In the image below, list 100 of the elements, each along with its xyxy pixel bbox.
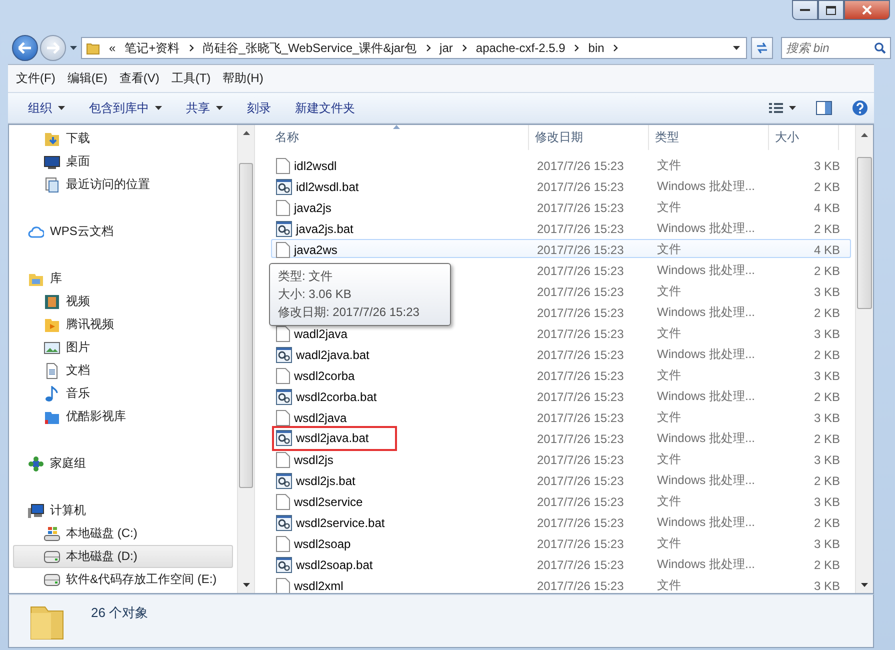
- nav-item[interactable]: 家庭组: [13, 452, 233, 475]
- date-cell-text: 2017/7/26 15:23: [536, 432, 625, 446]
- column-header[interactable]: 大小: [769, 125, 839, 150]
- scroll-thumb[interactable]: [239, 163, 253, 488]
- close-icon: [862, 5, 872, 15]
- address-bar[interactable]: « 笔记+资料 尚硅谷_张晓飞_WebService_课件&jar包 jar apache-cxf-2.5.9 bin: [81, 37, 747, 59]
- file-row[interactable]: wsdl2service 2017/7/26 15:23 文件 3 KB: [271, 491, 851, 510]
- file-row[interactable]: wsdl2java.bat 2017/7/26 15:23 Windows 批处理... 2 KB: [271, 428, 851, 447]
- breadcrumb[interactable]: bin: [588, 41, 604, 55]
- file-row[interactable]: java2js.bat 2017/7/26 15:23 Windows 批处理... 2 KB: [271, 218, 851, 237]
- date-cell-text: 2017/7/26 15:23: [536, 242, 625, 256]
- menu-item[interactable]: 查看(V): [113, 70, 166, 87]
- breadcrumb[interactable]: 笔记+资料: [124, 40, 180, 56]
- toolbar-button[interactable]: 新建文件夹: [287, 96, 363, 120]
- file-icon: [276, 158, 290, 174]
- menu-item[interactable]: 工具(T): [165, 70, 217, 87]
- file-icon: [276, 326, 290, 342]
- file-icon: [276, 536, 290, 552]
- menu-item[interactable]: 编辑(E): [61, 70, 114, 87]
- nav-item[interactable]: 计算机: [13, 499, 233, 522]
- scroll-thumb[interactable]: [857, 157, 872, 309]
- size-cell-text: 2 KB: [812, 222, 841, 236]
- gear-file-icon: [276, 514, 292, 530]
- up-arrow-icon[interactable]: [242, 131, 250, 135]
- history-caret-icon[interactable]: [70, 46, 77, 50]
- nav-item[interactable]: 本地磁盘 (C:): [13, 522, 233, 545]
- nav-item[interactable]: 库: [13, 267, 233, 290]
- gear-file-icon: [276, 388, 292, 404]
- column-header[interactable]: 类型: [649, 125, 769, 150]
- file-row[interactable]: wsdl2service.bat 2017/7/26 15:23 Windows 批处理... 2 KB: [271, 512, 851, 531]
- type-cell-text: Windows 批处理...: [656, 220, 756, 237]
- nav-item[interactable]: 下载: [13, 127, 233, 150]
- back-button[interactable]: [12, 35, 38, 61]
- nav-item[interactable]: 图片: [13, 336, 233, 359]
- file-row[interactable]: idl2wsdl.bat 2017/7/26 15:23 Windows 批处理... 2 KB: [271, 176, 851, 195]
- chevron-icon: [613, 44, 618, 52]
- menu-item[interactable]: 文件(F): [10, 70, 62, 87]
- toolbar-button[interactable]: 包含到库中: [81, 96, 170, 120]
- dropdown-caret-icon[interactable]: [733, 46, 740, 50]
- search-field[interactable]: 搜索 bin: [781, 37, 891, 59]
- breadcrumb[interactable]: 尚硅谷_张晓飞_WebService_课件&jar包: [202, 40, 417, 56]
- nav-item[interactable]: 视频: [13, 290, 233, 313]
- date-cell-text: 2017/7/26 15:23: [536, 180, 625, 194]
- file-row[interactable]: wsdl2js 2017/7/26 15:23 文件 3 KB: [271, 449, 851, 468]
- nav-item[interactable]: 文档: [13, 359, 233, 382]
- file-row[interactable]: wsdl2soap.bat 2017/7/26 15:23 Windows 批处理... 2 KB: [271, 554, 851, 573]
- date-cell-text: 2017/7/26 15:23: [536, 410, 625, 424]
- menu-item[interactable]: 帮助(H): [216, 70, 270, 87]
- search-icon: [874, 42, 886, 54]
- toolbar-button[interactable]: 刻录: [239, 96, 279, 120]
- down-arrow-icon[interactable]: [242, 583, 250, 587]
- nav-item[interactable]: 优酷影视库: [13, 405, 233, 428]
- nav-item[interactable]: 桌面: [13, 150, 233, 173]
- refresh-button[interactable]: [751, 37, 773, 59]
- file-name: java2js.bat: [296, 222, 354, 236]
- date-cell-text: 2017/7/26 15:23: [536, 306, 625, 320]
- file-row[interactable]: wsdl2xml 2017/7/26 15:23 文件 3 KB: [271, 575, 851, 593]
- maximize-button[interactable]: [818, 0, 844, 20]
- item-count: 26 个对象: [91, 604, 148, 622]
- gear-file-icon: [276, 430, 292, 446]
- toolbar-button[interactable]: 组织: [20, 96, 73, 120]
- file-row[interactable]: wsdl2js.bat 2017/7/26 15:23 Windows 批处理... 2 KB: [271, 470, 851, 489]
- breadcrumb[interactable]: apache-cxf-2.5.9: [476, 41, 566, 55]
- nav-item[interactable]: 腾讯视频: [13, 313, 233, 336]
- file-row[interactable]: wsdl2corba.bat 2017/7/26 15:23 Windows 批处理... 2 KB: [271, 386, 851, 405]
- file-row[interactable]: wadl2java.bat 2017/7/26 15:23 Windows 批处理... 2 KB: [271, 344, 851, 363]
- overflow-mark[interactable]: «: [109, 41, 116, 55]
- file-row[interactable]: java2ws 2017/7/26 15:23 文件 4 KB: [271, 239, 851, 258]
- pane-icon: [816, 101, 832, 115]
- column-header[interactable]: 名称: [269, 125, 529, 150]
- breadcrumb[interactable]: jar: [440, 41, 453, 55]
- nav-item[interactable]: 软件&代码存放工作空间 (E:): [13, 568, 233, 591]
- file-icon: [276, 368, 290, 384]
- down-arrow-icon[interactable]: [861, 583, 868, 587]
- file-row[interactable]: java2js 2017/7/26 15:23 文件 4 KB: [271, 197, 851, 216]
- column-header[interactable]: 修改日期: [529, 125, 649, 150]
- size-cell-text: 3 KB: [812, 368, 841, 382]
- up-arrow-icon[interactable]: [861, 133, 868, 137]
- nav-scrollbar[interactable]: [237, 125, 254, 593]
- file-row[interactable]: idl2wsdl 2017/7/26 15:23 文件 3 KB: [271, 155, 851, 174]
- list-scrollbar[interactable]: [855, 125, 873, 593]
- file-row[interactable]: wsdl2corba 2017/7/26 15:23 文件 3 KB: [271, 365, 851, 384]
- nav-item[interactable]: 本地磁盘 (D:): [13, 545, 233, 568]
- date-cell-text: 2017/7/26 15:23: [536, 536, 625, 550]
- nav-item[interactable]: 音乐: [13, 382, 233, 405]
- minimize-button[interactable]: [792, 0, 818, 20]
- size-cell-text: 2 KB: [812, 306, 841, 320]
- nav-item[interactable]: 最近访问的位置: [13, 173, 233, 196]
- chevron-icon: [462, 44, 467, 52]
- file-row[interactable]: wadl2java 2017/7/26 15:23 文件 3 KB: [271, 323, 851, 342]
- file-row[interactable]: wsdl2soap 2017/7/26 15:23 文件 3 KB: [271, 533, 851, 552]
- nav-item[interactable]: WPS云文档: [13, 220, 233, 243]
- file-row[interactable]: wsdl2java 2017/7/26 15:23 文件 3 KB: [271, 407, 851, 426]
- maximize-icon: [826, 6, 836, 14]
- close-button[interactable]: [844, 0, 890, 20]
- toolbar-button[interactable]: 共享: [178, 96, 231, 120]
- type-cell-text: 文件: [656, 451, 682, 468]
- film-icon: [44, 294, 60, 310]
- size-cell-text: 2 KB: [812, 390, 841, 404]
- date-cell-text: 2017/7/26 15:23: [536, 516, 625, 530]
